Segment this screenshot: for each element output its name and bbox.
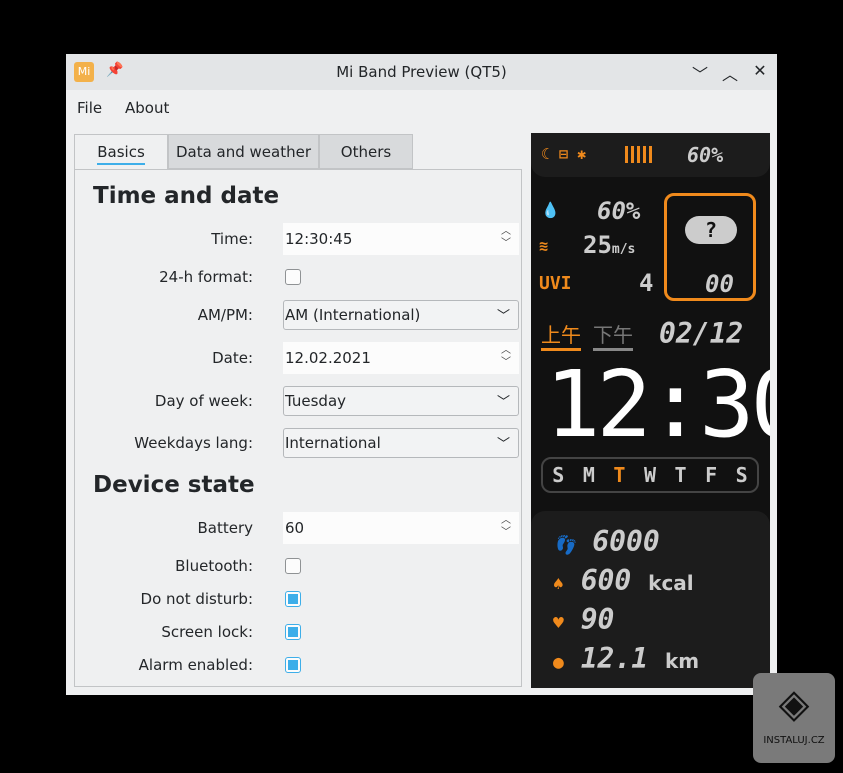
time-label: Time: (211, 230, 253, 248)
menu-file[interactable]: File (77, 99, 102, 117)
tab-data-weather[interactable]: Data and weather (168, 134, 319, 169)
steps: 6000 (592, 525, 660, 558)
status-icons: ☾ ⊟ ✱ (541, 145, 587, 163)
bluetooth-checkbox[interactable] (285, 558, 301, 574)
lock-label: Screen lock: (161, 623, 253, 641)
dow-select[interactable]: Tuesday ﹀ (283, 386, 519, 416)
battery-bar (625, 146, 653, 163)
time-input[interactable]: 12:30:45 ︿ ﹀ (283, 223, 519, 255)
kcal: 600 (580, 564, 632, 597)
window-title: Mi Band Preview (QT5) (336, 63, 507, 81)
tab-basics[interactable]: Basics (74, 134, 168, 170)
close-button[interactable]: ✕ (750, 61, 770, 80)
uvi: 4 (639, 269, 654, 297)
distance: 12.1 (580, 642, 649, 675)
weather-box: ? 00 (664, 193, 756, 301)
title-bar: Mi 📌 Mi Band Preview (QT5) ﹀ ︿ ✕ (66, 54, 777, 90)
preview-clock: 12:30 (545, 351, 770, 458)
date-input[interactable]: 12.02.2021 ︿ ﹀ (283, 342, 519, 374)
ampm-select[interactable]: AM (International) ﹀ (283, 300, 519, 330)
weekday-2: T (613, 463, 626, 487)
location-icon: ● (553, 652, 564, 673)
heart-rate: 90 (580, 603, 615, 636)
minimize-button[interactable]: ﹀ (690, 61, 710, 85)
weekday-6: S (735, 463, 748, 487)
uvi-label: UVI (539, 273, 572, 294)
section-device-state: Device state (93, 472, 255, 498)
watermark: ◈ INSTALUJ.CZ (753, 673, 835, 763)
date-label: Date: (212, 349, 253, 367)
heart-icon: ♥ (553, 613, 564, 634)
lock-checkbox[interactable] (285, 624, 301, 640)
humidity: 60% (597, 197, 641, 225)
h24-checkbox[interactable] (285, 269, 301, 285)
battery-percent: 60% (687, 143, 724, 167)
dnd-label: Do not disturb: (140, 590, 253, 608)
alarm-label: Alarm enabled: (138, 656, 253, 674)
weekday-1: M (582, 463, 595, 487)
alarm-checkbox[interactable] (285, 657, 301, 673)
wind-icon: ≋ (539, 237, 549, 255)
tab-others[interactable]: Others (319, 134, 413, 169)
humidity-icon: 💧 (541, 201, 560, 219)
fire-icon: ♠ (553, 574, 564, 595)
lang-select[interactable]: International ﹀ (283, 428, 519, 458)
maximize-button[interactable]: ︿ (720, 61, 740, 85)
wind: 25 (583, 231, 612, 259)
battery-input[interactable]: 60 ︿ ﹀ (283, 512, 519, 544)
weekday-bar: SMTWTFS (541, 457, 759, 493)
temperature: 00 (705, 270, 734, 298)
preview-date: 02/12 (659, 317, 744, 350)
kcal-unit: kcal (648, 571, 694, 595)
dnd-checkbox[interactable] (285, 591, 301, 607)
lang-label: Weekdays lang: (134, 434, 253, 452)
cloud-unknown-icon: ? (685, 216, 737, 244)
bluetooth-label: Bluetooth: (175, 557, 253, 575)
wind-unit: m/s (611, 242, 636, 257)
steps-icon: 👣 (553, 535, 576, 556)
weekday-5: F (705, 463, 718, 487)
h24-label: 24-h format: (159, 268, 253, 286)
weekday-3: W (643, 463, 656, 487)
dow-label: Day of week: (154, 392, 253, 410)
weekday-4: T (674, 463, 687, 487)
battery-label: Battery (197, 519, 253, 537)
menu-about[interactable]: About (125, 99, 169, 117)
menu-bar: File About (66, 90, 777, 125)
weekday-0: S (552, 463, 565, 487)
section-time-date: Time and date (93, 183, 280, 209)
band-preview: ☾ ⊟ ✱ 60% 💧 60% ≋ 25m/s UVI 4 ? 00 上午 下午… (531, 133, 770, 688)
pm-indicator: 下午 (593, 319, 633, 351)
am-indicator: 上午 (541, 319, 581, 351)
distance-unit: km (665, 649, 700, 673)
ampm-label: AM/PM: (197, 306, 253, 324)
basics-panel: Time and date Time: 12:30:45 ︿ ﹀ 24-h form… (74, 169, 522, 687)
